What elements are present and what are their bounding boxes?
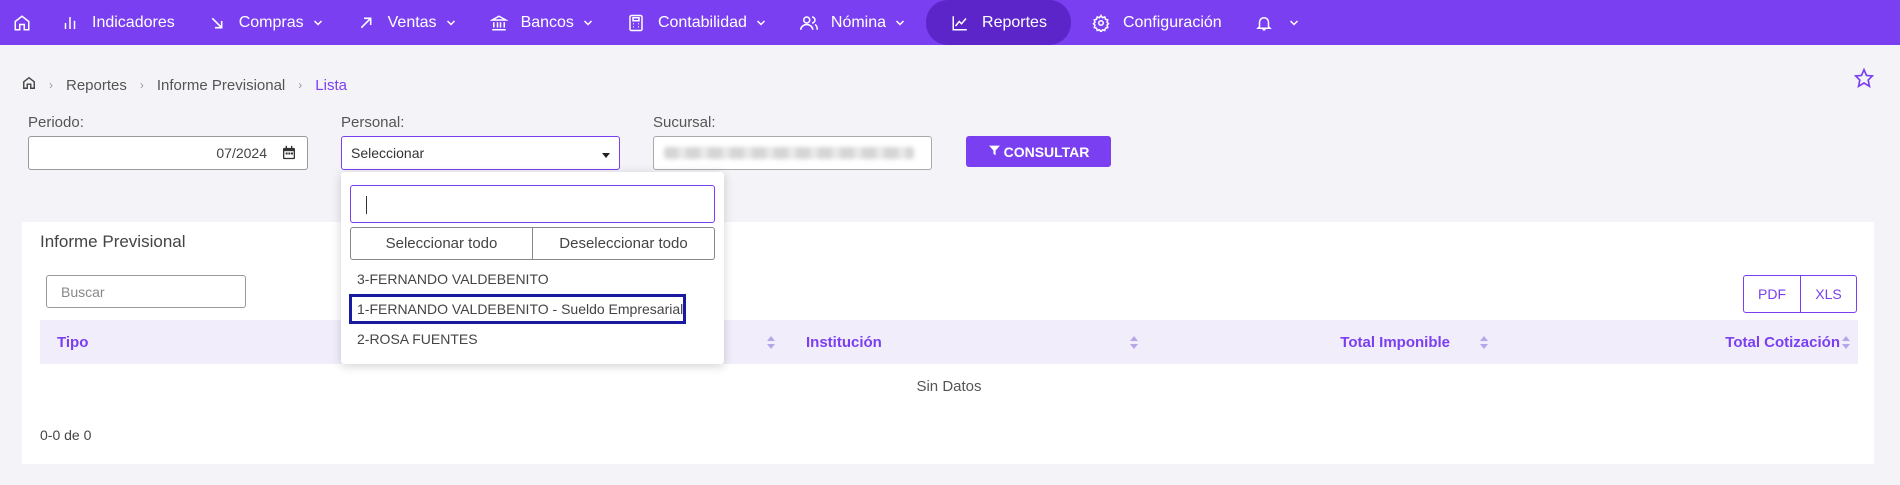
sort-icon[interactable]	[1130, 336, 1138, 349]
chevron-down-icon	[312, 17, 324, 29]
nav-label: Ventas	[387, 13, 437, 31]
calendar-icon[interactable]	[281, 144, 297, 164]
chevron-down-icon	[445, 17, 457, 29]
arrow-down-right-icon	[207, 13, 227, 33]
breadcrumb: › Reportes › Informe Previsional › Lista	[22, 76, 347, 94]
chevron-down-icon	[894, 17, 906, 29]
nav-item-ventas[interactable]: Ventas	[340, 0, 473, 45]
filter-icon	[988, 144, 1004, 160]
dropdown-option-highlighted[interactable]: 1-FERNANDO VALDEBENITO - Sueldo Empresar…	[349, 294, 687, 324]
chevron-down-icon	[1288, 17, 1300, 29]
calculator-icon	[626, 13, 646, 33]
users-icon	[799, 13, 819, 33]
empty-table-message: Sin Datos	[916, 377, 982, 395]
xls-button[interactable]: XLS	[1800, 276, 1856, 312]
nav-label: Configuración	[1122, 13, 1222, 31]
column-header-institucion[interactable]: Institución	[806, 320, 882, 364]
nav-label: Compras	[238, 13, 304, 31]
sucursal-value-redacted	[664, 147, 914, 159]
consultar-button[interactable]: CONSULTAR	[966, 136, 1111, 167]
nav-item-bancos[interactable]: Bancos	[473, 0, 610, 45]
favorite-star-icon[interactable]	[1853, 67, 1876, 90]
chevron-down-icon	[755, 17, 767, 29]
select-all-button[interactable]: Seleccionar todo	[351, 228, 532, 259]
sort-icon[interactable]	[1480, 336, 1488, 349]
chevron-down-icon	[582, 17, 594, 29]
search-input[interactable]	[46, 275, 246, 308]
nav-label: Reportes	[982, 13, 1047, 31]
dropdown-search-input[interactable]	[350, 185, 715, 223]
bar-chart-icon	[60, 13, 80, 33]
sucursal-label: Sucursal:	[653, 114, 716, 131]
periodo-label: Periodo:	[28, 114, 84, 131]
nav-item-compras[interactable]: Compras	[191, 0, 340, 45]
column-header-tipo[interactable]: Tipo	[57, 320, 88, 364]
personal-select[interactable]: Seleccionar	[341, 136, 620, 170]
column-header-total-imponible[interactable]: Total Imponible	[1340, 320, 1450, 364]
nav-item-contabilidad[interactable]: Contabilidad	[610, 0, 783, 45]
dropdown-option[interactable]: 2-ROSA FUENTES	[349, 324, 478, 354]
consultar-label: CONSULTAR	[1003, 143, 1090, 160]
chevron-right-icon: ›	[139, 78, 144, 92]
breadcrumb-item-reportes[interactable]: Reportes	[66, 77, 127, 94]
notifications-button[interactable]	[1238, 0, 1316, 45]
personal-value: Seleccionar	[351, 145, 425, 161]
card-title: Informe Previsional	[40, 232, 186, 251]
dropdown-actions: Seleccionar todo Deseleccionar todo	[350, 227, 715, 260]
periodo-field[interactable]: 07/2024	[28, 136, 308, 170]
pagination-info: 0-0 de 0	[40, 427, 92, 443]
nav-item-nomina[interactable]: Nómina	[783, 0, 922, 45]
table-header: Tipo Institución Total Imponible Total C…	[40, 320, 1858, 364]
pdf-button[interactable]: PDF	[1744, 276, 1800, 312]
text-cursor	[366, 196, 367, 214]
personal-label: Personal:	[341, 114, 405, 131]
nav-label: Contabilidad	[657, 13, 747, 31]
breadcrumb-current: Lista	[315, 76, 347, 94]
home-icon[interactable]	[22, 76, 36, 94]
sucursal-field[interactable]	[653, 136, 932, 170]
column-header-total-cotizacion[interactable]: Total Cotización	[1725, 320, 1840, 364]
chevron-right-icon: ›	[49, 78, 53, 92]
bell-icon	[1254, 13, 1274, 33]
personal-dropdown: Seleccionar todo Deseleccionar todo 3-FE…	[341, 172, 724, 364]
informe-card: Informe Previsional PDF XLS Tipo Institu…	[22, 222, 1874, 464]
caret-down-icon	[602, 153, 610, 158]
sort-icon[interactable]	[1842, 336, 1850, 349]
nav-item-indicadores[interactable]: Indicadores	[44, 0, 191, 45]
nav-label: Nómina	[830, 13, 887, 31]
export-buttons: PDF XLS	[1743, 275, 1857, 313]
periodo-value: 07/2024	[216, 145, 267, 161]
dropdown-option[interactable]: 3-FERNANDO VALDEBENITO	[349, 264, 549, 294]
bank-icon	[489, 13, 509, 33]
nav-item-reportes[interactable]: Reportes	[926, 0, 1071, 45]
sort-icon[interactable]	[767, 336, 775, 349]
breadcrumb-item-informe[interactable]: Informe Previsional	[157, 77, 285, 94]
deselect-all-button[interactable]: Deseleccionar todo	[532, 228, 714, 259]
chevron-right-icon: ›	[298, 78, 303, 92]
top-navbar: Indicadores Compras Ventas Bancos Contab…	[0, 0, 1900, 45]
line-chart-icon	[950, 13, 970, 33]
arrow-up-right-icon	[356, 13, 376, 33]
nav-label: Bancos	[520, 13, 574, 31]
home-icon[interactable]	[0, 0, 44, 45]
nav-label: Indicadores	[92, 13, 175, 31]
gear-icon	[1091, 13, 1111, 33]
nav-item-configuracion[interactable]: Configuración	[1075, 0, 1238, 45]
